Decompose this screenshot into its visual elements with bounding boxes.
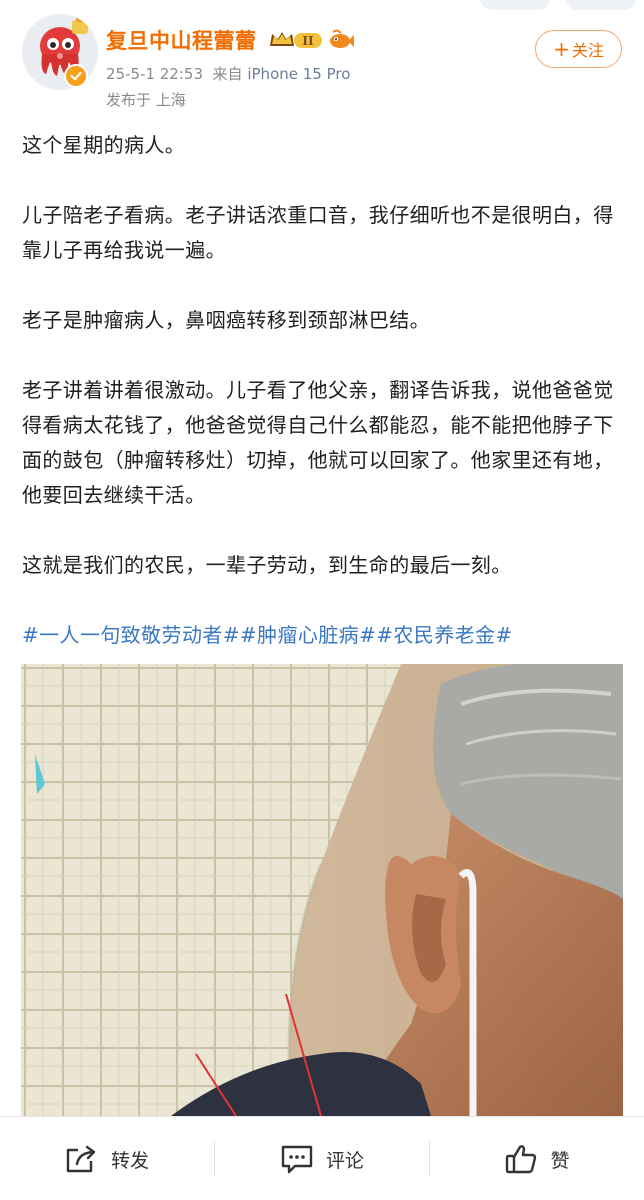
source-prefix: 来自 <box>212 65 243 83</box>
post-device: iPhone 15 Pro <box>247 65 351 83</box>
post-paragraph: 老子讲着讲着很激动。儿子看了他父亲，翻译告诉我，说他爸爸觉得看病太花钱了，他爸爸… <box>22 378 614 507</box>
share-arrow-icon <box>65 1144 99 1174</box>
action-bar: 转发 评论 赞 <box>0 1116 644 1200</box>
fish-badge-icon <box>328 29 354 51</box>
like-label: 赞 <box>550 1149 570 1172</box>
repost-label: 转发 <box>110 1149 149 1172</box>
repost-button[interactable]: 转发 <box>0 1117 214 1200</box>
comment-bubble-icon <box>280 1143 314 1175</box>
post-body: 这个星期的病人。 儿子陪老子看病。老子讲话浓重口音，我仔细听也不是很明白，得靠儿… <box>22 128 622 653</box>
post-paragraph: 这个星期的病人。 <box>22 133 186 157</box>
post-paragraph: 儿子陪老子看病。老子讲话浓重口音，我仔细听也不是很明白，得靠儿子再给我说一遍。 <box>22 203 614 262</box>
photo-image <box>21 664 623 1116</box>
post-meta: 25-5-1 22:53 来自 iPhone 15 Pro <box>106 64 350 84</box>
post-photo[interactable] <box>21 664 623 1116</box>
plus-icon: + <box>553 37 570 61</box>
post-paragraph: 这就是我们的农民，一辈子劳动，到生命的最后一刻。 <box>22 553 512 577</box>
vip-level-badge-icon: II <box>268 28 324 52</box>
vip-level-text: II <box>302 34 314 48</box>
post-timestamp: 25-5-1 22:53 <box>106 65 203 83</box>
post-hashtags[interactable]: #一人一句致敬劳动者##肿瘤心脏病##农民养老金# <box>22 618 622 653</box>
like-button[interactable]: 赞 <box>430 1117 644 1200</box>
author-name[interactable]: 复旦中山程蕾蕾 <box>106 27 257 55</box>
post-header: 复旦中山程蕾蕾 II 25-5-1 22:53 来自 iPhone 15 Pro… <box>0 0 644 120</box>
post-paragraph: 老子是肿瘤病人，鼻咽癌转移到颈部淋巴结。 <box>22 308 430 332</box>
comment-button[interactable]: 评论 <box>215 1117 429 1200</box>
verified-badge-icon <box>64 64 88 88</box>
follow-label: 关注 <box>571 41 604 60</box>
thumbs-up-icon <box>504 1143 538 1175</box>
post-location: 发布于 上海 <box>106 91 186 109</box>
author-badges: II <box>268 28 354 52</box>
comment-label: 评论 <box>325 1149 364 1172</box>
follow-button[interactable]: + 关注 <box>535 30 622 68</box>
